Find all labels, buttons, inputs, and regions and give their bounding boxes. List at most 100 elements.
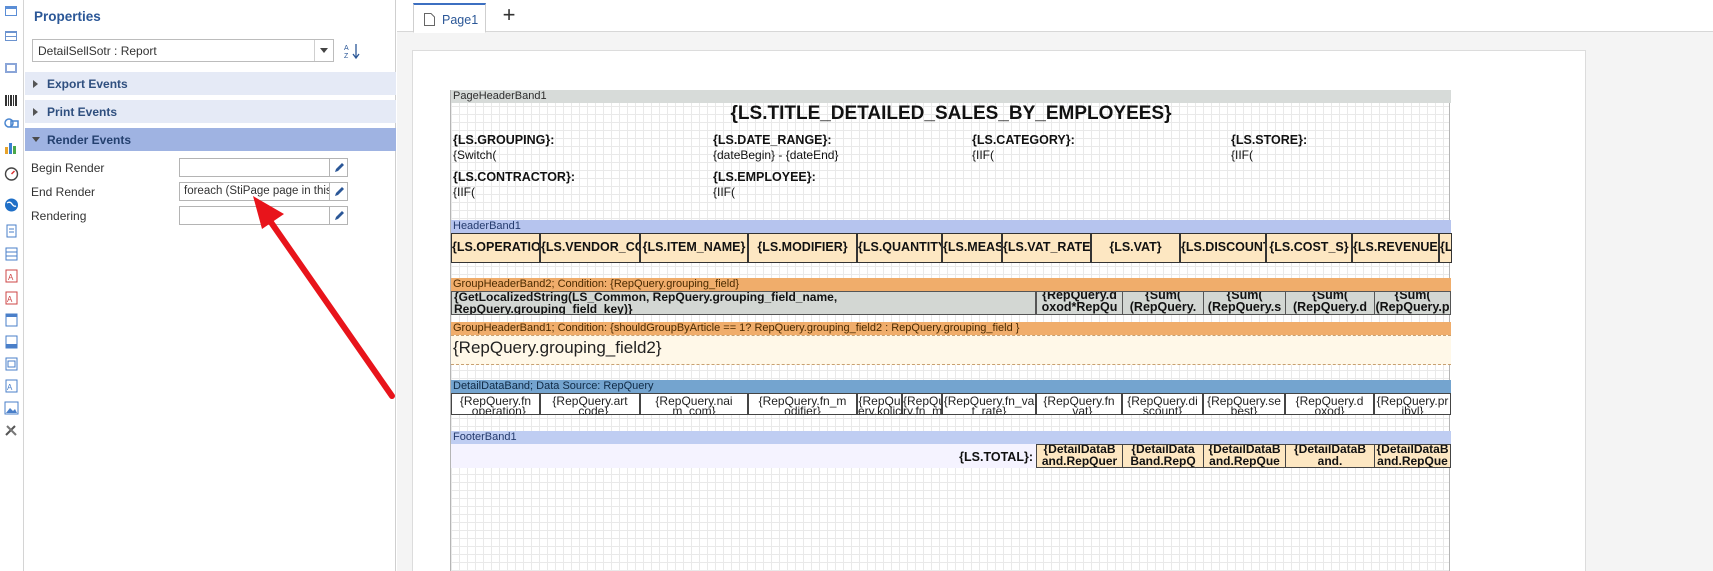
data-field-cell[interactable]: {RepQuery.fn_m odifier}: [748, 393, 857, 415]
header-column-cell[interactable]: {LS.VENDOR_CODE}: [540, 233, 640, 263]
data-field-cell[interactable]: {RepQuery.di scount}: [1122, 393, 1203, 415]
report-tree-icon[interactable]: [3, 5, 20, 19]
page-header-band-caption[interactable]: PageHeaderBand1: [451, 90, 1451, 103]
data-field-cell[interactable]: {RepQuery.art _code}: [540, 393, 640, 415]
date-range-value[interactable]: {dateBegin} - {dateEnd}: [713, 148, 838, 162]
category-export-events[interactable]: Export Events: [25, 72, 396, 95]
table-icon[interactable]: [3, 247, 20, 261]
group-header-2-caption[interactable]: GroupHeaderBand2; Condition: {RepQuery.g…: [451, 278, 1451, 291]
data-field-cell[interactable]: {RepQuery.nai m_com}: [640, 393, 748, 415]
data-field-cell[interactable]: {RepQuery.se best}: [1203, 393, 1285, 415]
report-sheet[interactable]: PageHeaderBand1 {LS.TITLE_DETAILED_SALES…: [450, 90, 1452, 571]
rendering-edit-button[interactable]: [330, 206, 348, 225]
checkbox-icon[interactable]: A: [3, 379, 20, 393]
object-selector[interactable]: DetailSellSotr : Report: [32, 39, 334, 62]
cross-band-icon[interactable]: [3, 62, 20, 76]
category-label[interactable]: {LS.CATEGORY}:: [972, 133, 1075, 147]
tools-icon[interactable]: [3, 423, 20, 437]
begin-render-edit-button[interactable]: [330, 158, 348, 177]
footer-spacer: [451, 444, 1036, 468]
data-field-cell[interactable]: {RepQuery.fn _operation}: [451, 393, 540, 415]
grouping-label[interactable]: {LS.GROUPING}:: [453, 133, 554, 147]
group-2-total-cell[interactable]: {Sum((RepQuery.p: [1374, 291, 1451, 315]
chevron-right-icon: [33, 80, 38, 88]
barcode-icon[interactable]: [3, 94, 20, 108]
end-render-edit-button[interactable]: [330, 182, 348, 201]
chart-icon[interactable]: [3, 141, 20, 155]
footer-total-label[interactable]: {LS.TOTAL}:: [951, 450, 1033, 464]
map-icon[interactable]: [3, 198, 20, 212]
header-column-cell[interactable]: {LS.ITEM_NAME}: [640, 233, 748, 263]
header-column-cell[interactable]: {LS.MODIFIER}: [748, 233, 857, 263]
chevron-right-icon: [33, 108, 38, 116]
cell-line2: and.RepQue: [1377, 454, 1448, 468]
begin-render-field[interactable]: [179, 158, 330, 177]
cell-line2: _vat}: [1065, 404, 1093, 415]
category-value[interactable]: {IIF(: [972, 148, 994, 162]
report-page: PageHeaderBand1 {LS.TITLE_DETAILED_SALES…: [412, 50, 1586, 571]
footer-total-cell[interactable]: {DetailDataB and.RepQue: [1374, 444, 1451, 468]
header-column-cell[interactable]: {LS.QUANTITY}: [857, 233, 942, 263]
band-icon[interactable]: [3, 30, 20, 44]
date-range-label[interactable]: {LS.DATE_RANGE}:: [713, 133, 832, 147]
clone-icon[interactable]: [3, 335, 20, 349]
footer-total-cell[interactable]: {DetailDataB and.: [1285, 444, 1375, 468]
header-column-cell[interactable]: {LS.DISCOUNT}: [1180, 233, 1266, 263]
data-field-cell[interactable]: {RepQuery.fn _vat}: [1036, 393, 1122, 415]
sort-az-button[interactable]: AZ: [342, 40, 362, 61]
header-column-cell[interactable]: {LS.REVENUE}: [1352, 233, 1439, 263]
gauge-icon[interactable]: [3, 167, 20, 181]
footer-total-cell[interactable]: {DetailDataB and.RepQuer: [1036, 444, 1123, 468]
text-icon[interactable]: A: [3, 269, 20, 283]
header-column-cell[interactable]: {LS.PROFIT}: [1439, 233, 1452, 263]
image-icon[interactable]: [3, 401, 20, 415]
group-header-1-caption[interactable]: GroupHeaderBand1; Condition: {shouldGrou…: [451, 322, 1451, 335]
cell-line2: oxod}: [1314, 404, 1345, 415]
group-2-total-cell[interactable]: {Sum((RepQuery.s: [1203, 291, 1286, 315]
end-render-field[interactable]: foreach (StiPage page in this.: [179, 182, 330, 201]
data-band-caption[interactable]: DetailDataBand; Data Source: RepQuery: [451, 380, 1451, 393]
rendering-field[interactable]: [179, 206, 330, 225]
footer-band-caption[interactable]: FooterBand1: [451, 431, 1451, 444]
group-2-total-cell[interactable]: {RepQuery.d oxod*RepQu: [1036, 291, 1123, 315]
group-2-name-cell[interactable]: {GetLocalizedString(LS_Common, RepQuery.…: [451, 291, 1036, 315]
group-1-field-cell[interactable]: {RepQuery.grouping_field2}: [451, 335, 1451, 365]
footer-total-cell[interactable]: {DetailDataB and.RepQue: [1203, 444, 1286, 468]
shapes-icon[interactable]: [3, 116, 20, 130]
page-icon[interactable]: [3, 224, 20, 238]
contractor-label[interactable]: {LS.CONTRACTOR}:: [453, 170, 575, 184]
header-column-cell[interactable]: {LS.COST_S}: [1266, 233, 1352, 263]
header-column-cell[interactable]: {LS.VAT}: [1091, 233, 1180, 263]
group-2-total-cell[interactable]: {Sum((RepQuery.: [1122, 291, 1204, 315]
designer-area: Page1 + PageHeaderBand1 {LS.TITLE_DETAIL…: [397, 0, 1713, 571]
store-label[interactable]: {LS.STORE}:: [1231, 133, 1307, 147]
header-band-caption[interactable]: HeaderBand1: [451, 220, 1451, 233]
panel-icon[interactable]: [3, 313, 20, 327]
tab-page1[interactable]: Page1: [413, 3, 486, 33]
property-label: Rendering: [31, 209, 87, 223]
contractor-value[interactable]: {IIF(: [453, 185, 475, 199]
employee-label[interactable]: {LS.EMPLOYEE}:: [713, 170, 816, 184]
header-column-cell[interactable]: {LS.OPERATION}: [451, 233, 540, 263]
cell-line2: and.: [1317, 454, 1343, 468]
report-title[interactable]: {LS.TITLE_DETAILED_SALES_BY_EMPLOYEES}: [451, 103, 1451, 125]
data-field-cell[interactable]: {RepQu ery.kolic: [857, 393, 902, 415]
footer-total-cell[interactable]: {DetailData Band.RepQ: [1122, 444, 1204, 468]
employee-value[interactable]: {IIF(: [713, 185, 735, 199]
header-column-cell[interactable]: {LS.MEASURE}: [942, 233, 1002, 263]
header-column-cell[interactable]: {LS.VAT_RATE}: [1002, 233, 1091, 263]
chevron-down-icon[interactable]: [314, 40, 333, 61]
group-2-total-cell[interactable]: {Sum((RepQuery.d: [1285, 291, 1375, 315]
grouping-value[interactable]: {Switch(: [453, 148, 496, 162]
store-value[interactable]: {IIF(: [1231, 148, 1253, 162]
category-print-events[interactable]: Print Events: [25, 100, 396, 123]
cell-line2: ry.fn_me: [903, 404, 942, 415]
subreport-icon[interactable]: [3, 357, 20, 371]
add-page-button[interactable]: +: [498, 4, 520, 27]
data-field-cell[interactable]: {RepQuery.fn_me: [902, 393, 942, 415]
data-field-cell[interactable]: {RepQuery.fn_va t_rate}: [942, 393, 1036, 415]
data-field-cell[interactable]: {RepQuery.pr ibyl}: [1374, 393, 1451, 415]
category-render-events[interactable]: Render Events: [25, 128, 396, 151]
rich-text-icon[interactable]: A: [3, 291, 20, 305]
data-field-cell[interactable]: {RepQuery.d oxod}: [1285, 393, 1374, 415]
